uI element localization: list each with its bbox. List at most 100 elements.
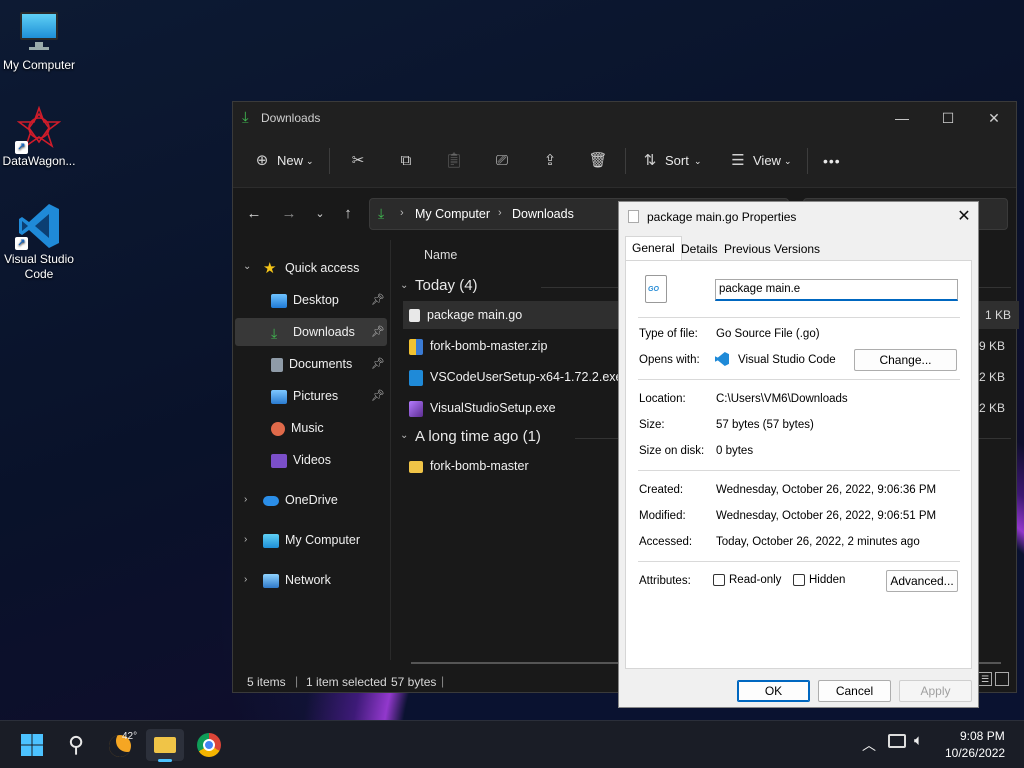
breadcrumb-separator: › [498, 207, 502, 219]
expand-chevron-icon[interactable]: › [244, 494, 247, 505]
more-options-button[interactable]: ••• [823, 150, 841, 172]
sidebar-item-videos[interactable]: Videos [271, 446, 331, 474]
size-on-disk-label: Size on disk: [639, 445, 705, 457]
download-arrow-icon: ⤓ [242, 109, 249, 126]
view-button[interactable]: View [753, 150, 781, 172]
file-size: 1 KB [984, 308, 1011, 322]
sidebar-item-network[interactable]: Network [263, 566, 331, 594]
shortcut-arrow-icon: ↗ [15, 237, 28, 250]
network-icon [263, 573, 279, 588]
sidebar-item-my-computer[interactable]: My Computer [263, 526, 360, 554]
advanced-button[interactable]: Advanced... [886, 570, 958, 592]
star-icon: ★ [263, 259, 277, 277]
expand-chevron-icon[interactable]: › [244, 574, 247, 585]
tab-general[interactable]: General [625, 236, 682, 261]
sidebar-item-onedrive[interactable]: OneDrive [263, 486, 338, 514]
collapse-chevron-icon[interactable]: ⌄ [400, 430, 408, 441]
delete-icon[interactable]: 🗑︎ [587, 150, 609, 172]
title-bar[interactable]: ⤓ Downloads — ☐ ✕ [233, 102, 1016, 134]
clock-date[interactable]: 10/26/2022 [945, 746, 1005, 760]
cancel-button[interactable]: Cancel [818, 680, 891, 702]
minimize-button[interactable]: — [879, 102, 925, 134]
apply-button[interactable]: Apply [899, 680, 972, 702]
breadcrumb-my-computer[interactable]: My Computer [415, 207, 490, 221]
sidebar-item-pictures[interactable]: Pictures 📌︎ [271, 382, 387, 410]
close-icon[interactable]: ✕ [951, 204, 977, 230]
sidebar-item-quick-access[interactable]: ★ Quick access [263, 254, 359, 282]
breadcrumb-downloads[interactable]: Downloads [512, 207, 574, 221]
download-arrow-icon: ⤓ [271, 324, 278, 341]
desktop-icon-vscode[interactable]: ↗ Visual Studio Code [0, 202, 78, 282]
desktop-icon-label: Visual Studio Code [4, 252, 74, 281]
sidebar-item-downloads[interactable]: ⤓ Downloads 📌︎ [235, 318, 387, 346]
rename-icon[interactable]: ⎚ [491, 150, 513, 172]
pin-icon: 📌︎ [371, 294, 385, 306]
type-label: Type of file: [639, 328, 698, 340]
start-button[interactable] [16, 729, 48, 761]
sidebar-label: Downloads [293, 325, 355, 339]
collapse-chevron-icon[interactable]: ⌄ [400, 280, 408, 291]
status-divider: | [441, 674, 445, 688]
tiles-view-icon[interactable] [995, 672, 1009, 686]
close-button[interactable]: ✕ [971, 102, 1017, 134]
network-tray-icon[interactable] [888, 734, 906, 748]
ok-button[interactable]: OK [737, 680, 810, 702]
tab-details[interactable]: Details [675, 238, 724, 260]
sort-button[interactable]: Sort [665, 150, 689, 172]
group-header-today[interactable]: Today (4) [415, 277, 478, 294]
sidebar-label: Desktop [293, 293, 339, 307]
folder-row-fork-bomb-master[interactable]: fork-bomb-master [409, 452, 529, 480]
sidebar-label: Documents [289, 357, 353, 371]
recent-chevron-icon[interactable]: ⌄ [310, 207, 330, 220]
sidebar-item-music[interactable]: Music [271, 414, 324, 442]
volume-icon[interactable]: 🔈︎ [914, 732, 923, 749]
file-size: 2 KB [978, 370, 1005, 384]
chevron-down-icon: ⌄ [306, 156, 314, 166]
readonly-label: Read-only [729, 574, 782, 587]
readonly-checkbox[interactable]: Read-only [713, 574, 781, 586]
created-value: Wednesday, October 26, 2022, 9:06:36 PM [716, 484, 937, 496]
location-label: Location: [639, 393, 686, 405]
music-icon [271, 421, 285, 436]
file-size: 9 KB [978, 339, 1005, 353]
filename-input[interactable]: package main.e [715, 279, 958, 301]
desktop-icon-datawagon[interactable]: ↗ DataWagon... [0, 105, 78, 169]
group-header-long-ago[interactable]: A long time ago (1) [415, 428, 541, 445]
clock-time[interactable]: 9:08 PM [960, 729, 1005, 743]
new-button[interactable]: New [277, 150, 303, 172]
file-name: fork-bomb-master [430, 459, 529, 473]
file-explorer-taskbar-icon[interactable] [146, 729, 184, 762]
expand-chevron-icon[interactable]: › [244, 534, 247, 545]
back-arrow-icon[interactable]: ← [244, 205, 264, 222]
location-value: C:\Users\VM6\Downloads [716, 393, 848, 405]
type-value: Go Source File (.go) [716, 328, 820, 340]
sidebar-label: Network [285, 573, 331, 587]
active-indicator [158, 759, 172, 762]
sidebar-label: Music [291, 421, 324, 435]
copy-icon[interactable]: ⧉ [395, 150, 417, 172]
sidebar-label: My Computer [285, 533, 361, 547]
change-button[interactable]: Change... [854, 349, 957, 371]
paste-icon[interactable]: 📋︎ [443, 150, 465, 172]
share-icon[interactable]: ⇪ [539, 150, 561, 172]
search-icon[interactable]: ⚲ [60, 729, 92, 761]
expand-chevron-icon[interactable]: ⌄ [243, 261, 251, 272]
cut-icon[interactable]: ✂ [347, 150, 369, 172]
datawagon-logo-icon: ↗ [15, 105, 62, 154]
properties-dialog[interactable]: package main.go Properties ✕ General Det… [618, 201, 979, 708]
show-hidden-icons-chevron[interactable]: ︿ [862, 735, 876, 755]
zip-file-icon [409, 338, 423, 355]
up-arrow-icon[interactable]: ↑ [338, 205, 358, 222]
maximize-button[interactable]: ☐ [925, 102, 971, 134]
weather-widget[interactable]: 42° [106, 729, 138, 761]
chrome-icon[interactable] [193, 729, 225, 761]
forward-arrow-icon[interactable]: → [279, 205, 299, 222]
details-view-icon[interactable]: ☰ [978, 672, 992, 686]
column-header-name[interactable]: Name [424, 248, 457, 262]
sidebar-item-documents[interactable]: Documents 📌︎ [271, 350, 387, 378]
hidden-checkbox[interactable]: Hidden [793, 574, 845, 586]
tab-previous-versions[interactable]: Previous Versions [718, 238, 826, 260]
weather-temperature: 42° [122, 731, 138, 742]
sidebar-item-desktop[interactable]: Desktop 📌︎ [271, 286, 387, 314]
desktop-icon-my-computer[interactable]: My Computer [0, 10, 78, 73]
